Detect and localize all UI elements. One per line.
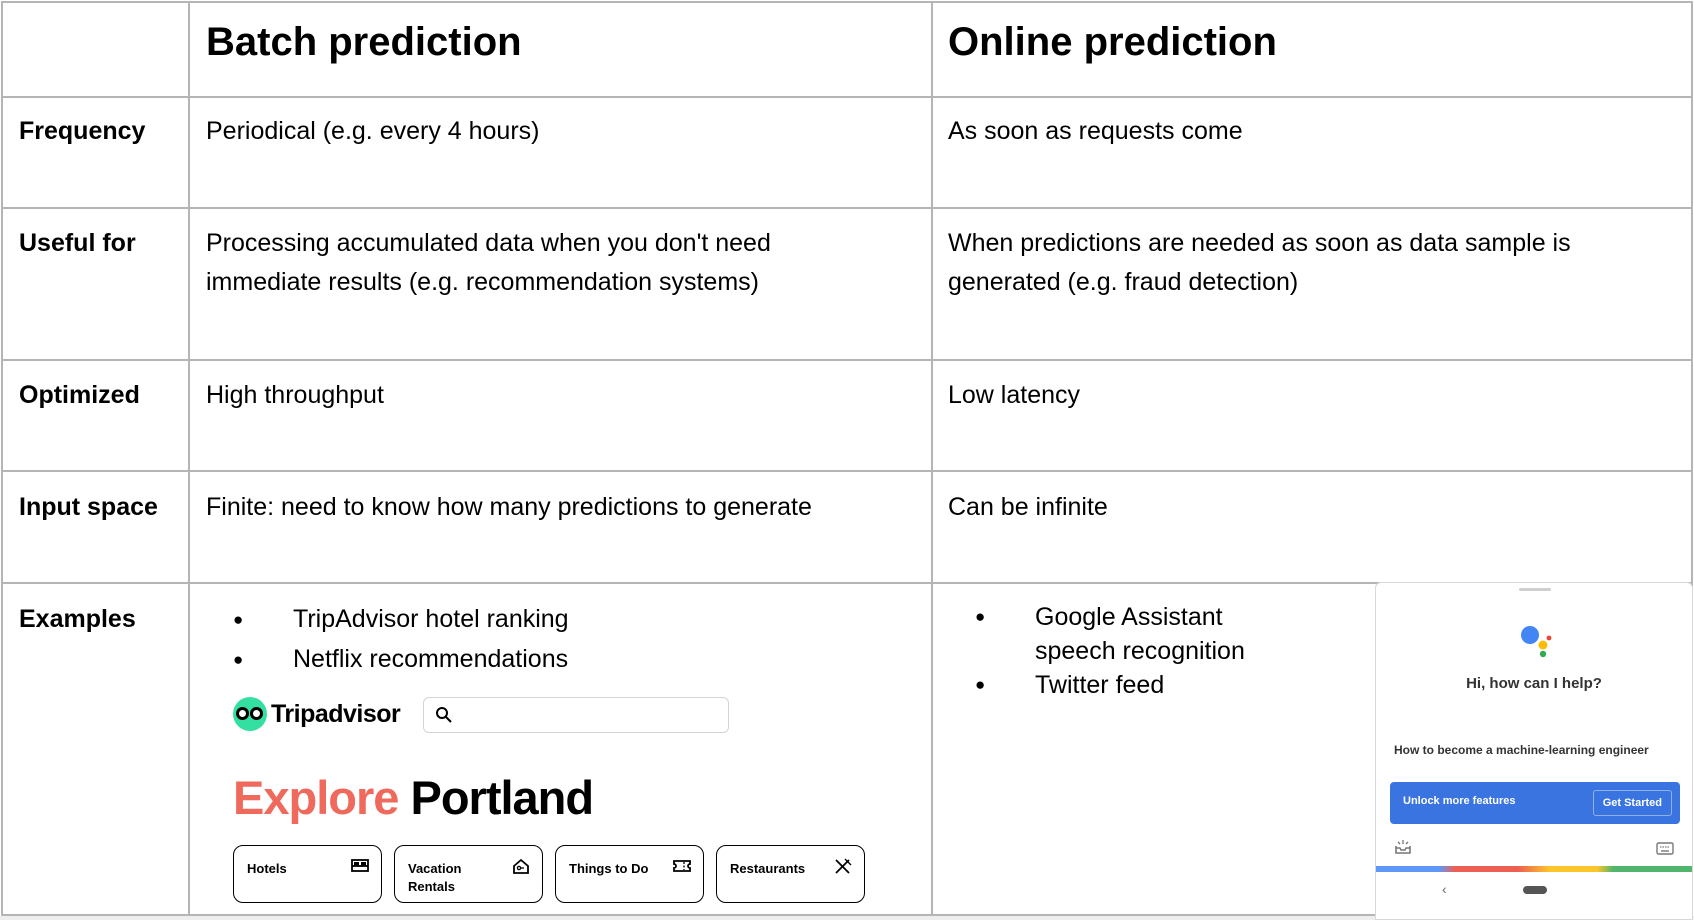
row-label-examples: Examples	[19, 605, 136, 633]
useful-for-batch-line-1: Processing accumulated data when you don…	[206, 229, 771, 257]
examples-online-list: Google Assistant speech recognition Twit…	[975, 600, 1245, 702]
frequency-batch: Periodical (e.g. every 4 hours)	[206, 117, 540, 145]
tripadvisor-logo: Tripadvisor	[233, 697, 401, 731]
list-item: Netflix recommendations	[233, 640, 569, 679]
explore-city: Portland	[410, 771, 594, 824]
grid-h2	[1, 207, 1693, 209]
google-assistant-icon	[1521, 626, 1552, 658]
grid-h4	[1, 470, 1693, 472]
inbox-icon[interactable]	[1394, 839, 1412, 855]
row-label-optimized: Optimized	[19, 381, 140, 409]
useful-for-online-line-1: When predictions are needed as soon as d…	[948, 229, 1571, 257]
tripadvisor-logo-text: Tripadvisor	[271, 699, 401, 728]
examples-batch-list: TripAdvisor hotel ranking Netflix recomm…	[233, 600, 569, 679]
chip-label: Rentals	[408, 879, 455, 894]
row-label-useful-for: Useful for	[19, 229, 136, 257]
get-started-button[interactable]: Get Started	[1592, 790, 1672, 816]
back-chevron-icon[interactable]: ‹	[1442, 881, 1447, 897]
optimized-batch: High throughput	[206, 381, 384, 409]
row-label-input-space: Input space	[19, 493, 158, 521]
grid-top	[1, 1, 1693, 3]
category-chip-things-to-do[interactable]: Things to Do	[555, 845, 704, 903]
grid-h1	[1, 96, 1693, 98]
useful-for-batch: Processing accumulated data when you don…	[206, 224, 771, 302]
useful-for-online-line-2: generated (e.g. fraud detection)	[948, 268, 1299, 296]
grid-h3	[1, 359, 1693, 361]
category-chip-vacation-rentals[interactable]: Vacation Rentals	[394, 845, 543, 903]
chip-label: Hotels	[247, 861, 287, 876]
house-icon	[513, 858, 529, 874]
google-assistant-screenshot: Hi, how can I help? How to become a mach…	[1375, 582, 1693, 920]
utensils-icon	[835, 858, 852, 874]
chip-label: Things to Do	[569, 861, 649, 876]
list-item: Google Assistant speech recognition	[975, 600, 1245, 668]
tripadvisor-search-input[interactable]	[423, 697, 729, 733]
grid-v2	[931, 1, 933, 916]
explore-word: Explore	[233, 771, 399, 824]
bed-icon	[351, 859, 369, 872]
owl-icon	[233, 697, 267, 731]
chip-label: Vacation	[408, 861, 462, 876]
explore-heading: Explore Portland	[233, 770, 594, 825]
category-chip-hotels[interactable]: Hotels	[233, 845, 382, 903]
assistant-color-bar	[1376, 866, 1692, 872]
chip-label: Restaurants	[730, 861, 806, 876]
grid-v1	[188, 1, 190, 916]
search-icon	[436, 707, 452, 723]
frequency-online: As soon as requests come	[948, 117, 1243, 145]
column-header-batch: Batch prediction	[206, 20, 522, 64]
unlock-features-banner[interactable]: Unlock more features Get Started	[1390, 782, 1680, 824]
list-item-line: Google Assistant	[1035, 603, 1223, 631]
list-item-line: speech recognition	[1035, 637, 1245, 665]
list-item: Twitter feed	[975, 668, 1245, 702]
unlock-label: Unlock more features	[1403, 795, 1516, 807]
ticket-icon	[673, 860, 691, 872]
category-chip-restaurants[interactable]: Restaurants	[716, 845, 865, 903]
useful-for-online: When predictions are needed as soon as d…	[948, 224, 1571, 302]
column-header-online: Online prediction	[948, 20, 1277, 64]
list-item: TripAdvisor hotel ranking	[233, 600, 569, 639]
assistant-query: How to become a machine-learning enginee…	[1394, 743, 1649, 757]
input-space-online: Can be infinite	[948, 493, 1108, 521]
assistant-greeting: Hi, how can I help?	[1466, 675, 1602, 692]
useful-for-batch-line-2: immediate results (e.g. recommendation s…	[206, 268, 759, 296]
keyboard-icon[interactable]	[1656, 842, 1674, 855]
row-label-frequency: Frequency	[19, 117, 146, 145]
grid-left	[1, 1, 3, 916]
optimized-online: Low latency	[948, 381, 1081, 409]
home-pill[interactable]	[1523, 886, 1547, 894]
sheet-handle	[1519, 588, 1551, 591]
input-space-batch: Finite: need to know how many prediction…	[206, 493, 812, 521]
